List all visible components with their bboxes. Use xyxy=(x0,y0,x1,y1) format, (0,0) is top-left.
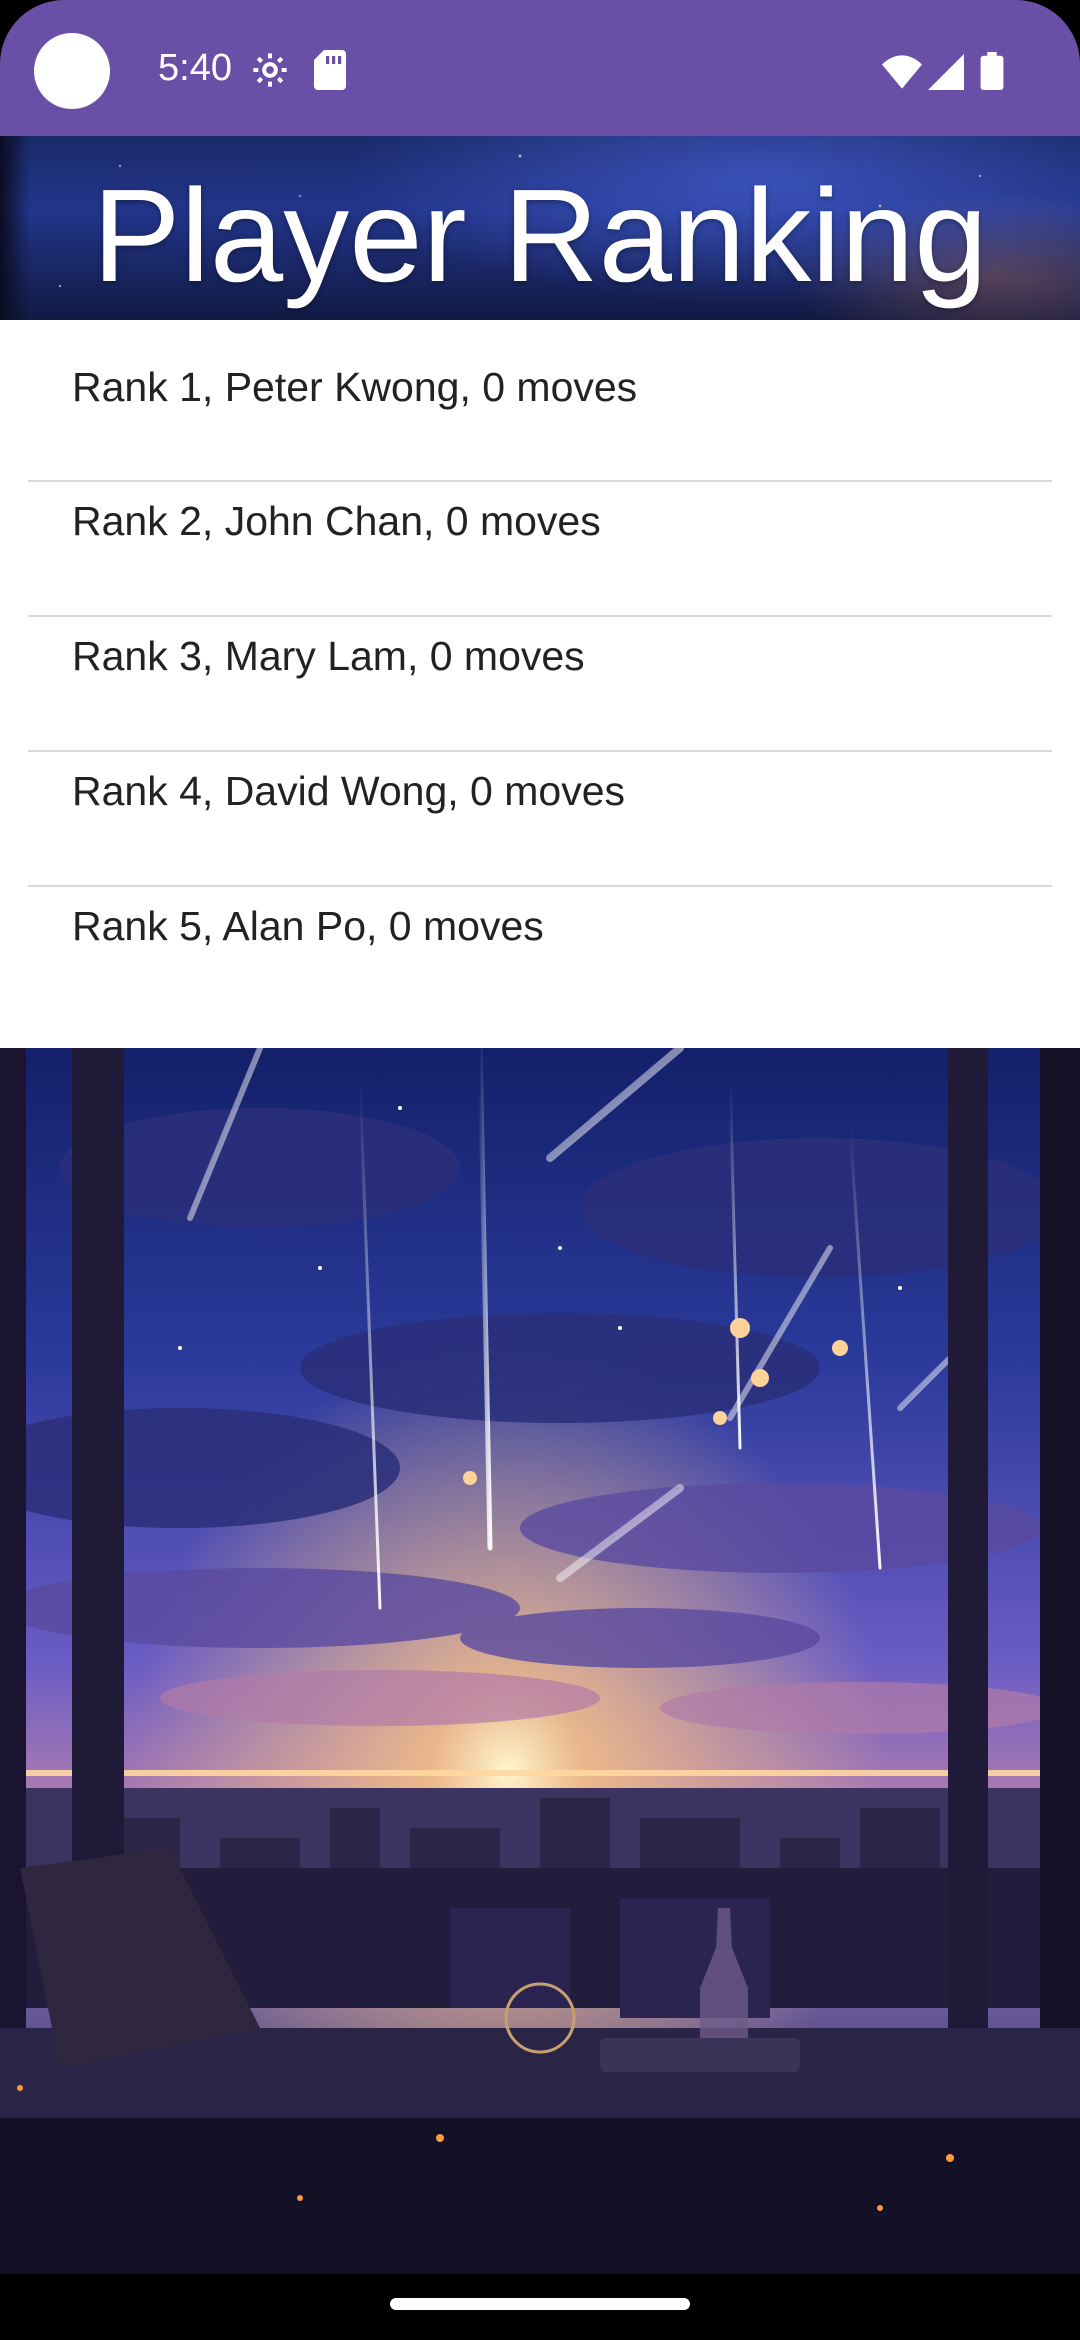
page-title: Player Ranking xyxy=(92,162,988,309)
status-bar: 5:40 xyxy=(0,0,1080,136)
sd-card-icon xyxy=(314,50,346,90)
status-time: 5:40 xyxy=(158,47,232,89)
ranking-item-4[interactable]: Rank 4, David Wong, 0 moves xyxy=(0,724,1080,858)
settings-gear-icon xyxy=(253,53,287,87)
ranking-item-3[interactable]: Rank 3, Mary Lam, 0 moves xyxy=(0,589,1080,723)
navigation-bar xyxy=(0,2274,1080,2340)
ranking-item-label: Rank 2, John Chan, 0 moves xyxy=(72,498,601,544)
home-gesture-handle[interactable] xyxy=(390,2298,690,2310)
cell-signal-icon xyxy=(928,54,964,90)
ranking-item-2[interactable]: Rank 2, John Chan, 0 moves xyxy=(0,454,1080,588)
ranking-item-5[interactable]: Rank 5, Alan Po, 0 moves xyxy=(0,859,1080,993)
battery-icon xyxy=(980,52,1004,90)
ranking-item-label: Rank 5, Alan Po, 0 moves xyxy=(72,903,544,949)
background-illustration xyxy=(0,1048,1080,2274)
ranking-item-1[interactable]: Rank 1, Peter Kwong, 0 moves xyxy=(0,320,1080,454)
header-banner: Player Ranking xyxy=(0,136,1080,320)
wifi-icon xyxy=(882,55,922,89)
camera-cutout xyxy=(34,33,110,109)
ranking-item-label: Rank 4, David Wong, 0 moves xyxy=(72,768,625,814)
ranking-item-label: Rank 1, Peter Kwong, 0 moves xyxy=(72,364,638,410)
ranking-list: Rank 1, Peter Kwong, 0 moves Rank 2, Joh… xyxy=(0,320,1080,1048)
ranking-item-label: Rank 3, Mary Lam, 0 moves xyxy=(72,633,585,679)
night-sky-illustration xyxy=(0,1048,1080,2274)
